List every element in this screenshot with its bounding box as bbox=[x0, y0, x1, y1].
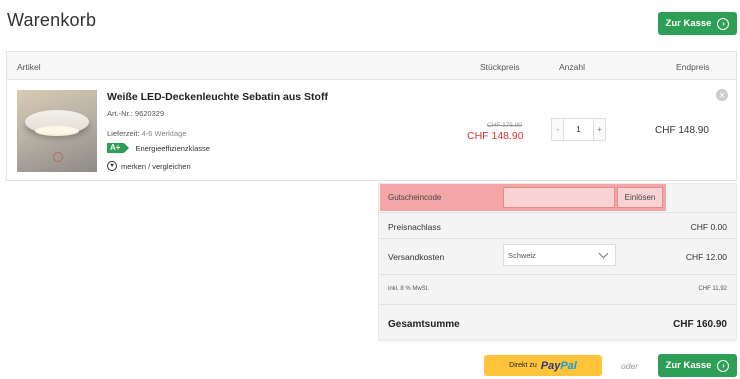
checkout-button-label: Zur Kasse bbox=[665, 18, 712, 29]
shipping-country-select[interactable]: Schweiz bbox=[503, 244, 616, 266]
column-header-stueckpreis: Stückpreis bbox=[480, 62, 520, 72]
old-price: CHF 175.90 bbox=[487, 122, 523, 129]
energy-class-label: Energieeffizienzklasse bbox=[135, 143, 210, 153]
shipping-country-value: Schweiz bbox=[508, 250, 536, 260]
chevron-down-icon bbox=[598, 248, 609, 258]
page-title: Warenkorb bbox=[7, 10, 97, 30]
paypal-logo: PayPal bbox=[541, 360, 577, 372]
mwst-value: CHF 11.92 bbox=[698, 286, 727, 292]
delivery-time-label: Lieferzeit: bbox=[107, 129, 140, 138]
checkout-button-label: Zur Kasse bbox=[665, 360, 712, 371]
image-mark bbox=[53, 152, 63, 162]
merken-label: merken / vergleichen bbox=[121, 161, 191, 171]
line-total: CHF 148.90 bbox=[655, 125, 709, 136]
quantity-decrease-button[interactable]: - bbox=[552, 119, 563, 140]
coupon-redeem-button[interactable]: Einlösen bbox=[617, 187, 663, 208]
checkout-button-top[interactable]: Zur Kasse › bbox=[658, 12, 737, 35]
paypal-prefix: Direkt zu bbox=[509, 362, 537, 369]
merken-vergleichen-link[interactable]: ♥ merken / vergleichen bbox=[107, 161, 191, 171]
column-header-endpreis: Endpreis bbox=[676, 62, 710, 72]
preisnachlass-label: Preisnachlass bbox=[388, 222, 441, 232]
checkout-button-bottom[interactable]: Zur Kasse › bbox=[658, 354, 737, 377]
product-name[interactable]: Weiße LED-Deckenleuchte Sebatin aus Stof… bbox=[107, 91, 328, 103]
quantity-input[interactable]: 1 bbox=[563, 119, 594, 140]
oder-separator: oder bbox=[621, 361, 639, 371]
column-header-artikel: Artikel bbox=[17, 62, 41, 72]
mwst-label: inkl. 8 % MwSt. bbox=[388, 286, 430, 292]
quantity-stepper: - 1 + bbox=[551, 118, 606, 141]
product-image[interactable] bbox=[17, 90, 97, 172]
heart-icon: ♥ bbox=[107, 161, 117, 171]
chevron-right-icon: › bbox=[717, 359, 730, 372]
gesamtsumme-label: Gesamtsumme bbox=[388, 319, 460, 330]
summary-row-preisnachlass: Preisnachlass CHF 0.00 bbox=[378, 212, 737, 238]
delivery-time-value: 4-6 Werktage bbox=[141, 129, 187, 138]
close-icon[interactable]: ✕ bbox=[716, 89, 728, 101]
energy-class: A+ Energieeffizienzklasse bbox=[107, 143, 210, 153]
lamp-glow bbox=[35, 126, 79, 136]
gesamtsumme-value: CHF 160.90 bbox=[673, 319, 727, 330]
summary-row-gesamtsumme: Gesamtsumme CHF 160.90 bbox=[378, 304, 737, 341]
paypal-logo-pay: Pay bbox=[540, 359, 561, 372]
paypal-logo-pal: Pal bbox=[560, 359, 577, 372]
summary-row-mwst: inkl. 8 % MwSt. CHF 11.92 bbox=[378, 274, 737, 304]
versandkosten-label: Versandkosten bbox=[388, 252, 445, 262]
column-header-anzahl: Anzahl bbox=[559, 62, 585, 72]
coupon-label: Gutscheincode bbox=[388, 193, 442, 202]
cart-table-header: Artikel Stückpreis Anzahl Endpreis bbox=[7, 52, 736, 80]
versandkosten-value: CHF 12.00 bbox=[685, 252, 727, 262]
paypal-button[interactable]: Direkt zu PayPal bbox=[484, 355, 602, 376]
quantity-increase-button[interactable]: + bbox=[594, 119, 605, 140]
chevron-right-icon: › bbox=[717, 17, 730, 30]
summary-row-versandkosten: Versandkosten Schweiz CHF 12.00 bbox=[378, 238, 737, 274]
cart-table: Artikel Stückpreis Anzahl Endpreis Weiße… bbox=[6, 51, 737, 181]
product-article-number: Art.-Nr.: 9620329 bbox=[107, 109, 165, 118]
coupon-input[interactable] bbox=[503, 187, 615, 208]
energy-class-badge[interactable]: A+ bbox=[107, 143, 131, 153]
preisnachlass-value: CHF 0.00 bbox=[690, 222, 727, 232]
product-delivery-time: Lieferzeit: 4-6 Werktage bbox=[107, 129, 187, 138]
unit-price: CHF 148.90 bbox=[467, 130, 524, 142]
